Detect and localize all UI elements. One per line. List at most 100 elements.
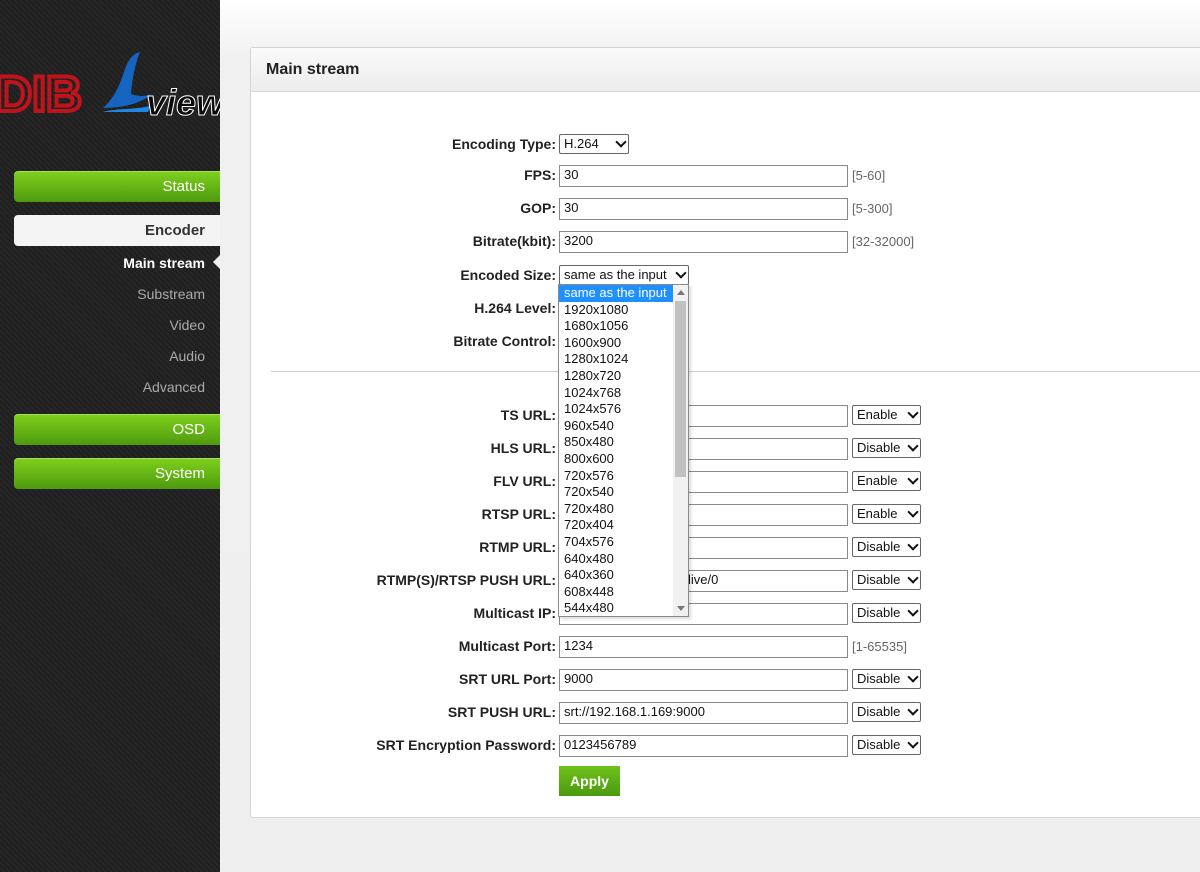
row-h264-level: H.264 Level: bbox=[251, 298, 1200, 320]
row-srt-push-url: SRT PUSH URL: srt://192.168.1.169:9000 D… bbox=[251, 702, 1200, 724]
dropdown-option[interactable]: 1920x1080 bbox=[559, 302, 688, 319]
multicast-port-label: Multicast Port: bbox=[458, 638, 556, 654]
ts-url-state-select[interactable]: Enable bbox=[852, 405, 921, 425]
dropdown-option[interactable]: 850x480 bbox=[559, 434, 688, 451]
dropdown-option[interactable]: 640x360 bbox=[559, 567, 688, 584]
srt-push-url-label: SRT PUSH URL: bbox=[447, 704, 556, 720]
srt-password-state-select[interactable]: Disable bbox=[852, 735, 921, 755]
push-url-state: Disable bbox=[857, 572, 901, 587]
row-push-url: RTMP(S)/RTSP PUSH URL: live/0 Disable bbox=[251, 570, 1200, 592]
srt-push-url-input[interactable]: srt://192.168.1.169:9000 bbox=[559, 702, 848, 724]
nav-system-button[interactable]: System bbox=[14, 458, 220, 489]
subnav-main-stream[interactable]: Main stream bbox=[123, 255, 205, 271]
logo-text-view: view bbox=[146, 82, 220, 120]
encoding-type-label: Encoding Type: bbox=[452, 136, 556, 152]
chevron-down-icon bbox=[907, 407, 919, 419]
main-stream-panel: Main stream Encoding Type: H.264 FPS: 30… bbox=[250, 47, 1200, 818]
nav-status-button[interactable]: Status bbox=[14, 171, 220, 202]
rtmp-url-state: Disable bbox=[857, 539, 901, 554]
srt-url-port-label: SRT URL Port: bbox=[459, 671, 556, 687]
subnav-audio[interactable]: Audio bbox=[169, 348, 205, 364]
dropdown-option[interactable]: 1024x576 bbox=[559, 401, 688, 418]
dropdown-option[interactable]: 720x576 bbox=[559, 468, 688, 485]
nav-encoder-button[interactable]: Encoder bbox=[14, 215, 220, 246]
bitrate-control-label: Bitrate Control: bbox=[453, 333, 556, 349]
row-fps: FPS: 30 [5-60] bbox=[251, 165, 1200, 187]
scroll-up-icon[interactable] bbox=[677, 290, 685, 295]
srt-url-port-state: Disable bbox=[857, 671, 901, 686]
srt-password-state: Disable bbox=[857, 737, 901, 752]
dropdown-option[interactable]: 704x576 bbox=[559, 534, 688, 551]
apply-button[interactable]: Apply bbox=[559, 766, 620, 796]
bitrate-input[interactable]: 3200 bbox=[559, 231, 848, 253]
row-gop: GOP: 30 [5-300] bbox=[251, 198, 1200, 220]
srt-url-port-input[interactable]: 9000 bbox=[559, 669, 848, 691]
dropdown-option[interactable]: 720x404 bbox=[559, 517, 688, 534]
dropdown-option[interactable]: 800x600 bbox=[559, 451, 688, 468]
row-rtmp-url: RTMP URL: Disable bbox=[251, 537, 1200, 559]
logo-sail-icon bbox=[103, 52, 152, 108]
row-bitrate-control: Bitrate Control: bbox=[251, 331, 1200, 353]
dropdown-option[interactable]: 1280x720 bbox=[559, 368, 688, 385]
encoded-size-select[interactable]: same as the input bbox=[559, 265, 689, 285]
logo-text-dib: DIB bbox=[0, 66, 82, 120]
dropdown-option[interactable]: 1600x900 bbox=[559, 335, 688, 352]
flv-url-state-select[interactable]: Enable bbox=[852, 471, 921, 491]
multicast-port-input[interactable]: 1234 bbox=[559, 636, 848, 658]
scroll-down-icon[interactable] bbox=[677, 606, 685, 611]
flv-url-label: FLV URL: bbox=[493, 473, 556, 489]
nav-osd-button[interactable]: OSD bbox=[14, 414, 220, 445]
subnav-advanced[interactable]: Advanced bbox=[143, 379, 205, 395]
chevron-down-icon bbox=[675, 267, 687, 279]
srt-url-port-state-select[interactable]: Disable bbox=[852, 669, 921, 689]
dropdown-option[interactable]: 720x540 bbox=[559, 484, 688, 501]
dropdown-option[interactable]: 1024x768 bbox=[559, 385, 688, 402]
multicast-ip-state: Disable bbox=[857, 605, 901, 620]
dropdown-scrollbar[interactable] bbox=[673, 285, 688, 616]
scrollbar-thumb[interactable] bbox=[675, 301, 686, 477]
row-ts-url: TS URL: Enable bbox=[251, 405, 1200, 427]
rtmp-url-label: RTMP URL: bbox=[479, 539, 556, 555]
dropdown-option[interactable]: 544x480 bbox=[559, 600, 688, 616]
fps-range: [5-60] bbox=[852, 168, 886, 183]
subnav-substream[interactable]: Substream bbox=[137, 286, 205, 302]
push-url-label: RTMP(S)/RTSP PUSH URL: bbox=[376, 572, 556, 588]
srt-push-url-state-select[interactable]: Disable bbox=[852, 702, 921, 722]
push-url-state-select[interactable]: Disable bbox=[852, 570, 921, 590]
chevron-down-icon bbox=[907, 572, 919, 584]
srt-password-label: SRT Encryption Password: bbox=[376, 737, 556, 753]
multicast-ip-label: Multicast IP: bbox=[473, 605, 556, 621]
dropdown-option[interactable]: 1280x1024 bbox=[559, 351, 688, 368]
gop-label: GOP: bbox=[520, 200, 556, 216]
dropdown-option[interactable]: same as the input bbox=[559, 285, 688, 302]
dropdown-option[interactable]: 720x480 bbox=[559, 501, 688, 518]
rtmp-url-state-select[interactable]: Disable bbox=[852, 537, 921, 557]
chevron-down-icon bbox=[615, 136, 627, 148]
row-multicast-ip: Multicast IP: Disable bbox=[251, 603, 1200, 625]
section-divider bbox=[271, 371, 1200, 372]
panel-title: Main stream bbox=[251, 48, 1200, 92]
bitrate-range: [32-32000] bbox=[852, 234, 915, 249]
row-bitrate: Bitrate(kbit): 3200 [32-32000] bbox=[251, 231, 1200, 253]
encoded-size-value: same as the input bbox=[564, 267, 667, 282]
dropdown-option[interactable]: 608x448 bbox=[559, 584, 688, 601]
srt-password-input[interactable]: 0123456789 bbox=[559, 735, 848, 757]
encoded-size-dropdown-list[interactable]: same as the input 1920x1080 1680x1056 1600x… bbox=[558, 284, 689, 617]
subnav-video[interactable]: Video bbox=[169, 317, 205, 333]
hls-url-state-select[interactable]: Disable bbox=[852, 438, 921, 458]
rtsp-url-state-select[interactable]: Enable bbox=[852, 504, 921, 524]
dropdown-option[interactable]: 960x540 bbox=[559, 418, 688, 435]
sidebar: DIB view Status Encoder Main stream Subs… bbox=[0, 0, 220, 872]
encoding-type-select[interactable]: H.264 bbox=[559, 134, 629, 154]
chevron-down-icon bbox=[907, 704, 919, 716]
fps-label: FPS: bbox=[524, 167, 556, 183]
h264-level-label: H.264 Level: bbox=[474, 300, 556, 316]
chevron-down-icon bbox=[907, 440, 919, 452]
row-multicast-port: Multicast Port: 1234 [1-65535] bbox=[251, 636, 1200, 658]
multicast-ip-state-select[interactable]: Disable bbox=[852, 603, 921, 623]
ts-url-state: Enable bbox=[857, 407, 898, 422]
dropdown-option[interactable]: 640x480 bbox=[559, 551, 688, 568]
fps-input[interactable]: 30 bbox=[559, 165, 848, 187]
gop-input[interactable]: 30 bbox=[559, 198, 848, 220]
dropdown-option[interactable]: 1680x1056 bbox=[559, 318, 688, 335]
